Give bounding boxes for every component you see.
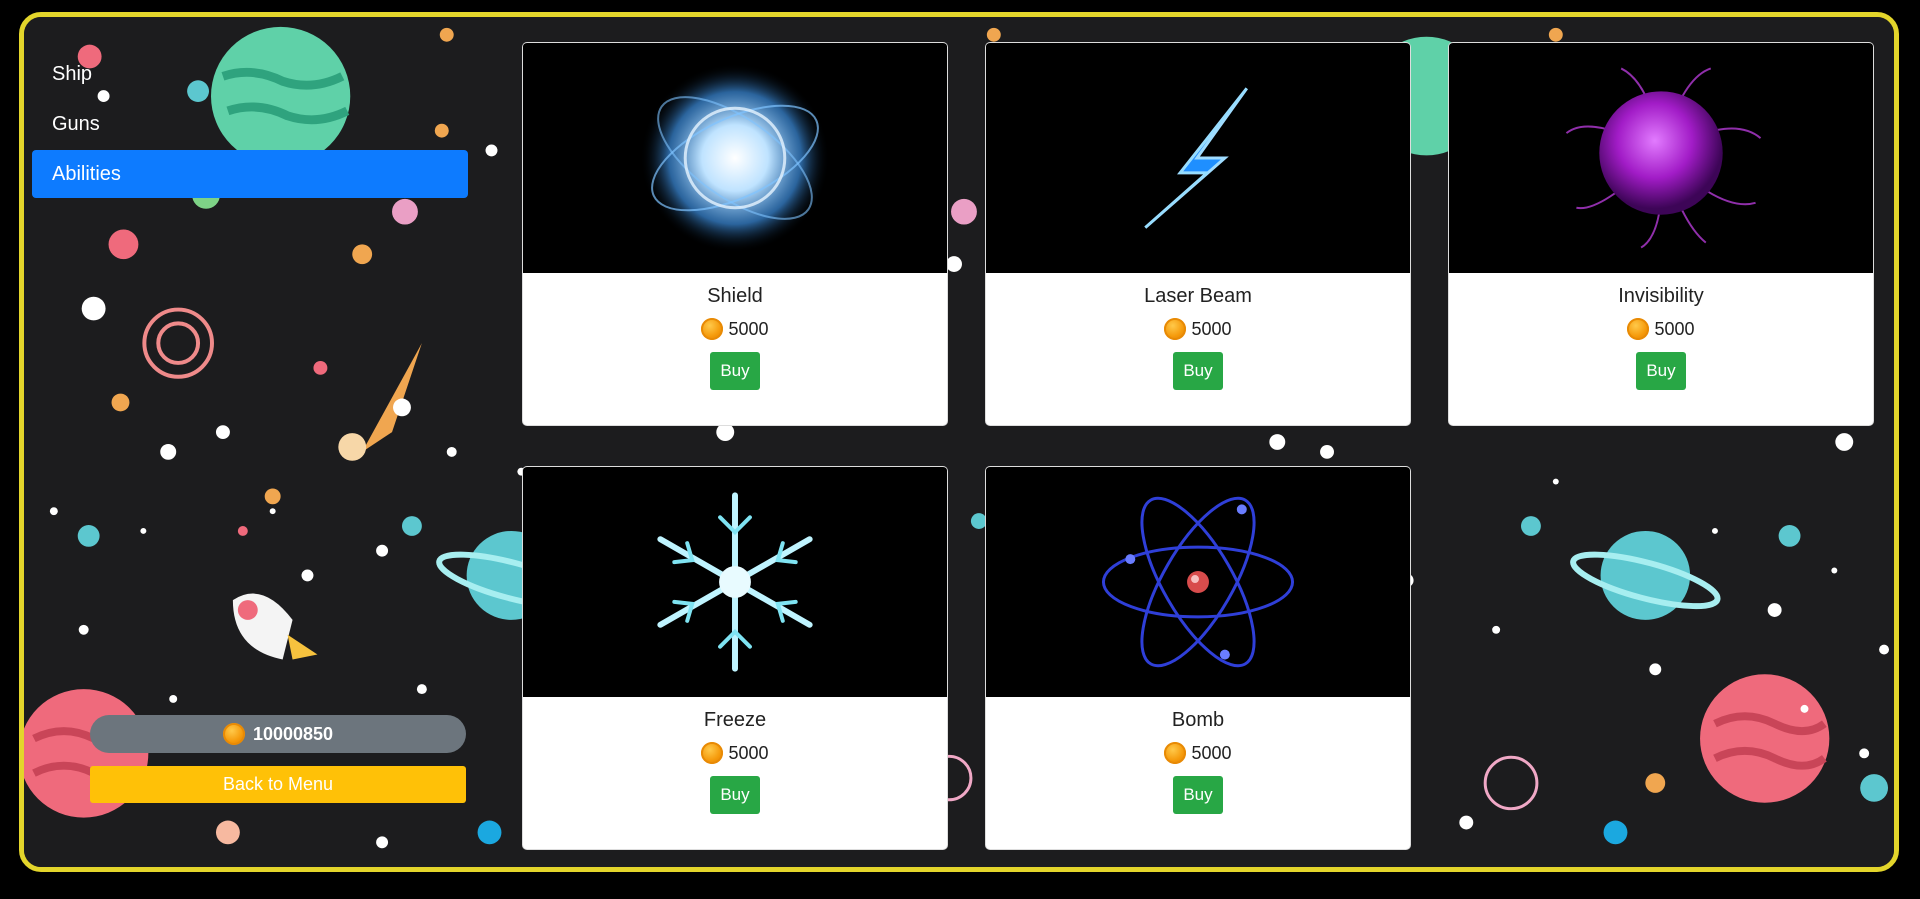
buy-button-invisibility[interactable]: Buy [1636,352,1686,390]
coin-balance: 10000850 [90,715,466,753]
sidebar-item-guns[interactable]: Guns [32,100,468,148]
sidebar-item-ship[interactable]: Ship [32,50,468,98]
ability-card-invisibility: Invisibility 5000 Buy [1448,42,1874,426]
coin-icon [701,318,724,340]
snowflake-icon [523,467,947,697]
atom-icon [986,467,1410,697]
ability-price: 5000 [523,742,947,764]
ability-name: Shield [707,285,763,307]
ability-price: 5000 [523,318,947,340]
shop-frame: Ship Guns Abilities 10000850 Back to Men… [19,12,1899,872]
coin-icon [1627,318,1650,340]
ability-price-value: 5000 [1191,318,1232,339]
buy-button-shield[interactable]: Buy [710,352,760,390]
coin-icon [222,723,245,745]
purple-orb-icon [1449,43,1873,273]
ability-card-shield: Shield 5000 Buy [522,42,948,426]
ability-name: Freeze [703,709,767,731]
buy-button-bomb[interactable]: Buy [1173,776,1223,814]
buy-button-freeze[interactable]: Buy [710,776,760,814]
ability-card-bomb: Bomb 5000 Buy [985,466,1411,850]
sidebar-item-label: Ship [52,63,93,85]
sidebar-item-abilities[interactable]: Abilities [32,150,468,198]
ability-price: 5000 [986,318,1410,340]
ability-price: 5000 [986,742,1410,764]
ability-card-laser-beam: Laser Beam 5000 Buy [985,42,1411,426]
ability-price: 5000 [1449,318,1873,340]
ability-price-value: 5000 [1654,318,1695,339]
buy-button-laser-beam[interactable]: Buy [1173,352,1223,390]
ability-card-freeze: Freeze 5000 Buy [522,466,948,850]
ability-name: Bomb [1171,709,1225,731]
ability-price-value: 5000 [728,742,769,763]
sidebar-item-label: Abilities [52,163,121,185]
sidebar-item-label: Guns [52,113,100,135]
ability-price-value: 5000 [1191,742,1232,763]
coin-balance-value: 10000850 [252,723,334,744]
ability-name: Laser Beam [1144,285,1252,307]
back-to-menu-button[interactable]: Back to Menu [90,766,466,803]
shield-orb-icon [523,43,947,273]
coin-icon [1164,742,1187,764]
ability-price-value: 5000 [728,318,769,339]
coin-icon [1164,318,1187,340]
lightning-bolt-icon [986,43,1410,273]
coin-icon [701,742,724,764]
ability-name: Invisibility [1618,285,1704,307]
